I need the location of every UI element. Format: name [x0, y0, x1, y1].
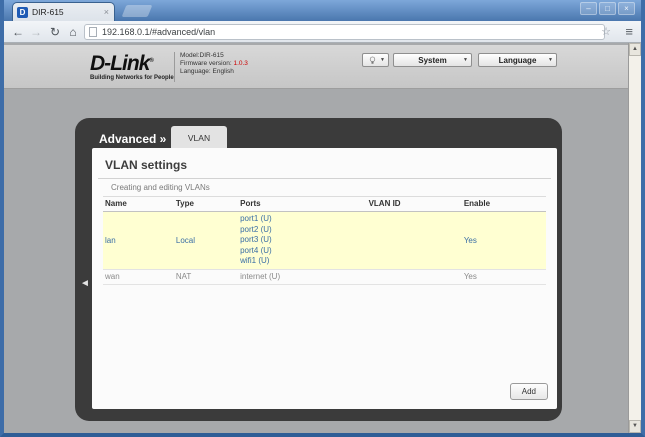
window-controls: – □ ×: [580, 2, 635, 15]
port-link[interactable]: wifi1 (U): [240, 256, 364, 267]
language-dropdown[interactable]: Language ▼: [478, 53, 557, 67]
table-row[interactable]: wanNATinternet (U) Yes: [103, 269, 546, 285]
cell-type: NAT: [174, 269, 238, 285]
model-text: Model:DIR-615: [180, 52, 248, 60]
cell-enable: Yes: [462, 269, 546, 285]
minimize-button[interactable]: –: [580, 2, 597, 15]
home-icon[interactable]: ⌂: [65, 24, 81, 40]
close-button[interactable]: ×: [618, 2, 635, 15]
firmware-version: 1.0.3: [233, 60, 247, 67]
favicon-icon: D: [17, 7, 28, 18]
refresh-icon[interactable]: ↻: [47, 24, 63, 40]
cell-vlan-id: [367, 269, 462, 285]
cell-ports: internet (U): [238, 269, 366, 285]
language-dropdown-label: Language: [499, 56, 537, 65]
dlink-logo: D-Link® Building Networks for People: [90, 51, 174, 81]
browser-window: D DIR-615 × – □ × ← → ↻ ⌂ 192.168.0.1/#a…: [0, 0, 645, 437]
titlebar: D DIR-615 × – □ ×: [0, 0, 645, 21]
cell-vlan-id[interactable]: [367, 212, 462, 270]
cell-enable[interactable]: Yes: [462, 212, 546, 270]
page-subtitle: Creating and editing VLANs: [111, 183, 210, 192]
chevron-down-icon: ▼: [548, 57, 553, 63]
lightbulb-icon: [369, 56, 376, 65]
divider: [98, 178, 551, 179]
tab-close-icon[interactable]: ×: [103, 8, 110, 17]
port-link[interactable]: port3 (U): [240, 235, 364, 246]
scroll-up-icon[interactable]: ▲: [629, 43, 641, 56]
cell-type[interactable]: Local: [174, 212, 238, 270]
page-icon: [89, 27, 97, 37]
system-dropdown-label: System: [418, 56, 446, 65]
firmware-text: Firmware version: 1.0.3: [180, 60, 248, 68]
new-tab-button[interactable]: [122, 5, 153, 17]
add-button[interactable]: Add: [510, 383, 548, 400]
cell-ports: port1 (U)port2 (U)port3 (U)port4 (U)wifi…: [238, 212, 366, 270]
tab-vlan[interactable]: VLAN: [171, 126, 227, 148]
cell-name[interactable]: lan: [103, 212, 174, 270]
url-text: 192.168.0.1/#advanced/vlan: [102, 27, 215, 37]
port-link[interactable]: port1 (U): [240, 214, 364, 225]
brand-text: D-Link®: [90, 51, 174, 74]
forward-icon[interactable]: →: [28, 24, 44, 40]
maximize-button[interactable]: □: [599, 2, 616, 15]
system-dropdown[interactable]: System ▼: [393, 53, 472, 67]
vlan-settings-panel: VLAN settings Creating and editing VLANs…: [92, 148, 557, 409]
chevron-down-icon: ▼: [463, 57, 468, 63]
port-link[interactable]: internet (U): [240, 272, 364, 283]
port-link[interactable]: port4 (U): [240, 246, 364, 257]
browser-tab[interactable]: D DIR-615 ×: [12, 2, 115, 21]
col-ports: Ports: [238, 197, 366, 212]
language-text: Language: English: [180, 68, 248, 76]
device-info: Model:DIR-615 Firmware version: 1.0.3 La…: [180, 52, 248, 76]
col-name: Name: [103, 197, 174, 212]
breadcrumb[interactable]: Advanced »: [99, 132, 166, 146]
tab-title: DIR-615: [32, 7, 103, 17]
port-link[interactable]: port2 (U): [240, 225, 364, 236]
brand-tagline: Building Networks for People: [90, 75, 174, 81]
back-icon[interactable]: ←: [10, 24, 26, 40]
chevron-down-icon: ▼: [380, 57, 385, 63]
page-title: VLAN settings: [105, 158, 187, 172]
table-row[interactable]: lanLocalport1 (U)port2 (U)port3 (U)port4…: [103, 212, 546, 270]
scroll-down-icon[interactable]: ▼: [629, 420, 641, 433]
address-bar[interactable]: 192.168.0.1/#advanced/vlan: [84, 24, 605, 40]
router-page: D-Link® Building Networks for People Mod…: [4, 43, 628, 433]
col-vlan-id: VLAN ID: [367, 197, 462, 212]
device-header: D-Link® Building Networks for People Mod…: [4, 45, 628, 89]
scrollbar[interactable]: ▲ ▼: [628, 43, 641, 433]
col-type: Type: [174, 197, 238, 212]
cell-name: wan: [103, 269, 174, 285]
vlan-table-body: lanLocalport1 (U)port2 (U)port3 (U)port4…: [103, 212, 546, 285]
notifications-dropdown[interactable]: ▼: [362, 53, 389, 67]
table-header-row: Name Type Ports VLAN ID Enable: [103, 197, 546, 212]
vlan-table: Name Type Ports VLAN ID Enable lanLocalp…: [103, 196, 546, 285]
bookmark-star-icon[interactable]: ☆: [601, 25, 611, 38]
collapse-menu-icon[interactable]: ◄: [80, 278, 90, 289]
header-divider: [174, 52, 175, 82]
col-enable: Enable: [462, 197, 546, 212]
browser-toolbar: ← → ↻ ⌂ 192.168.0.1/#advanced/vlan ☆ ≡: [4, 21, 641, 43]
hamburger-menu-icon[interactable]: ≡: [625, 24, 633, 39]
content-panel: Advanced » VLAN ◄ VLAN settings Creating…: [75, 118, 562, 421]
